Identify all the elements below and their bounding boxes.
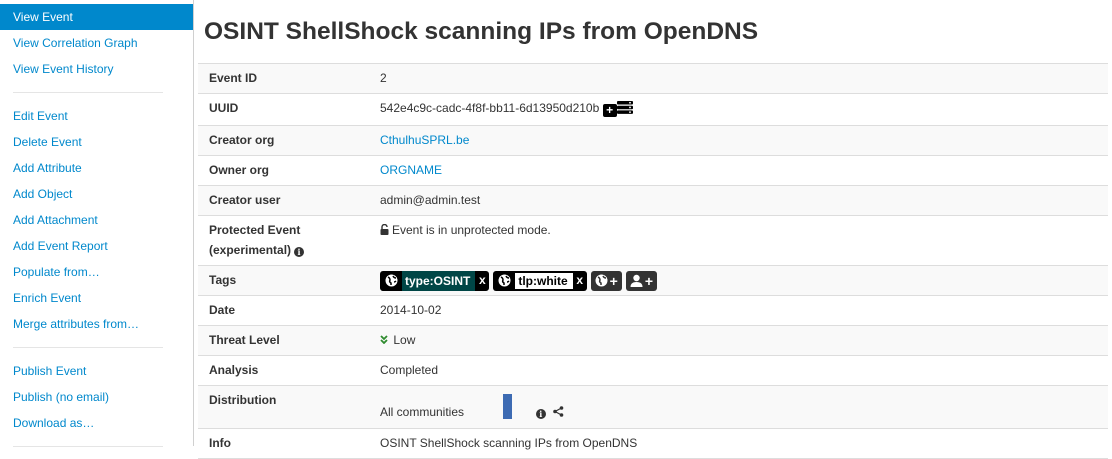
field-label: Owner org [209, 163, 270, 177]
field-label: Creator org [209, 133, 275, 147]
field-label: Info [209, 436, 231, 450]
tag-remove-button[interactable]: x [475, 270, 490, 291]
protected-status: Event is in unprotected mode. [392, 223, 551, 237]
server-icon[interactable] [616, 100, 633, 120]
globe-icon [493, 270, 516, 291]
sidebar-item-view-event[interactable]: View Event [0, 4, 193, 30]
page-title: OSINT ShellShock scanning IPs from OpenD… [204, 18, 759, 45]
sidebar-item-enrich-event[interactable]: Enrich Event [0, 285, 193, 311]
table-row: Tags type:OSINT x tlp:white x + + [198, 265, 1108, 296]
add-user-tag-button[interactable]: + [625, 270, 658, 291]
sidebar-item-add-event-report[interactable]: Add Event Report [0, 233, 193, 259]
field-label: UUID [209, 101, 239, 115]
sidebar-item-delete-event[interactable]: Delete Event [0, 129, 193, 155]
chevron-double-down-icon [380, 333, 391, 347]
event-details-table: Event ID 2 UUID 542e4c9c-cadc-4f8f-bb11-… [198, 63, 1108, 459]
event-id-value: 2 [380, 71, 387, 85]
creator-org-link[interactable]: CthulhuSPRL.be [380, 133, 469, 147]
add-tag-button[interactable]: + [590, 270, 622, 291]
sidebar-item-add-attribute[interactable]: Add Attribute [0, 155, 193, 181]
sidebar-divider [13, 92, 163, 93]
sidebar-item-view-event-history[interactable]: View Event History [0, 56, 193, 82]
info-icon[interactable]: i [535, 409, 546, 419]
tag-name: type:OSINT [402, 270, 476, 291]
field-label: Analysis [209, 363, 259, 377]
tag-remove-button[interactable]: x [572, 270, 587, 291]
sidebar-item-publish-event[interactable]: Publish Event [0, 358, 193, 384]
table-row: Owner org ORGNAME [198, 156, 1108, 186]
field-label: Tags [209, 273, 237, 287]
plus-square-icon[interactable]: + [602, 104, 617, 117]
sidebar-divider [13, 446, 163, 447]
field-label: Threat Level [209, 333, 280, 347]
tag-name: tlp:white [515, 270, 573, 291]
sidebar-divider [13, 347, 163, 348]
sidebar-item-view-correlation-graph[interactable]: View Correlation Graph [0, 30, 193, 56]
sidebar-item-add-object[interactable]: Add Object [0, 181, 193, 207]
distribution-graph-bar[interactable] [503, 394, 513, 419]
tag-tlp-white[interactable]: tlp:white x [493, 270, 587, 291]
table-row: Analysis Completed [198, 356, 1108, 386]
field-label: Protected Event [209, 223, 301, 237]
user-plus-icon [630, 275, 643, 288]
field-label: Date [209, 303, 236, 317]
info-value: OSINT ShellShock scanning IPs from OpenD… [380, 436, 638, 450]
creator-user-value: admin@admin.test [380, 193, 481, 207]
sidebar-item-publish-no-email[interactable]: Publish (no email) [0, 384, 193, 410]
globe-icon [595, 274, 608, 287]
field-label: Event ID [209, 71, 258, 85]
date-value: 2014-10-02 [380, 303, 442, 317]
unlock-icon [380, 221, 389, 241]
share-icon[interactable] [553, 403, 564, 423]
sidebar-item-add-attachment[interactable]: Add Attachment [0, 207, 193, 233]
analysis-value: Completed [380, 363, 439, 377]
table-row: Protected Event (experimental) i Event is… [198, 216, 1108, 266]
field-label: Distribution [209, 393, 277, 407]
owner-org-link[interactable]: ORGNAME [380, 163, 442, 177]
info-icon[interactable]: i [294, 247, 305, 257]
table-row: Creator org CthulhuSPRL.be [198, 125, 1108, 156]
threat-level-value: Low [393, 333, 416, 347]
table-row: Threat Level Low [198, 325, 1108, 356]
tag-type-osint[interactable]: type:OSINT x [380, 270, 490, 291]
table-row: Date 2014-10-02 [198, 296, 1108, 326]
table-row: UUID 542e4c9c-cadc-4f8f-bb11-6d13950d210… [198, 94, 1108, 126]
sidebar-item-populate-from[interactable]: Populate from… [0, 259, 193, 285]
table-row: Creator user admin@admin.test [198, 185, 1108, 216]
uuid-value: 542e4c9c-cadc-4f8f-bb11-6d13950d210b [380, 101, 600, 115]
table-row: Event ID 2 [198, 63, 1108, 94]
table-row: Info OSINT ShellShock scanning IPs from … [198, 429, 1108, 459]
field-label: Creator user [209, 193, 281, 207]
distribution-value: All communities [380, 405, 465, 419]
main-content: OSINT ShellShock scanning IPs from OpenD… [193, 0, 1112, 459]
field-label: (experimental) [209, 243, 292, 257]
sidebar: View Event View Correlation Graph View E… [0, 0, 194, 447]
sidebar-item-merge-attributes[interactable]: Merge attributes from… [0, 311, 193, 337]
sidebar-item-edit-event[interactable]: Edit Event [0, 103, 193, 129]
table-row: Distribution All communities i [198, 385, 1108, 429]
globe-icon [380, 270, 402, 291]
sidebar-item-download-as[interactable]: Download as… [0, 410, 193, 436]
